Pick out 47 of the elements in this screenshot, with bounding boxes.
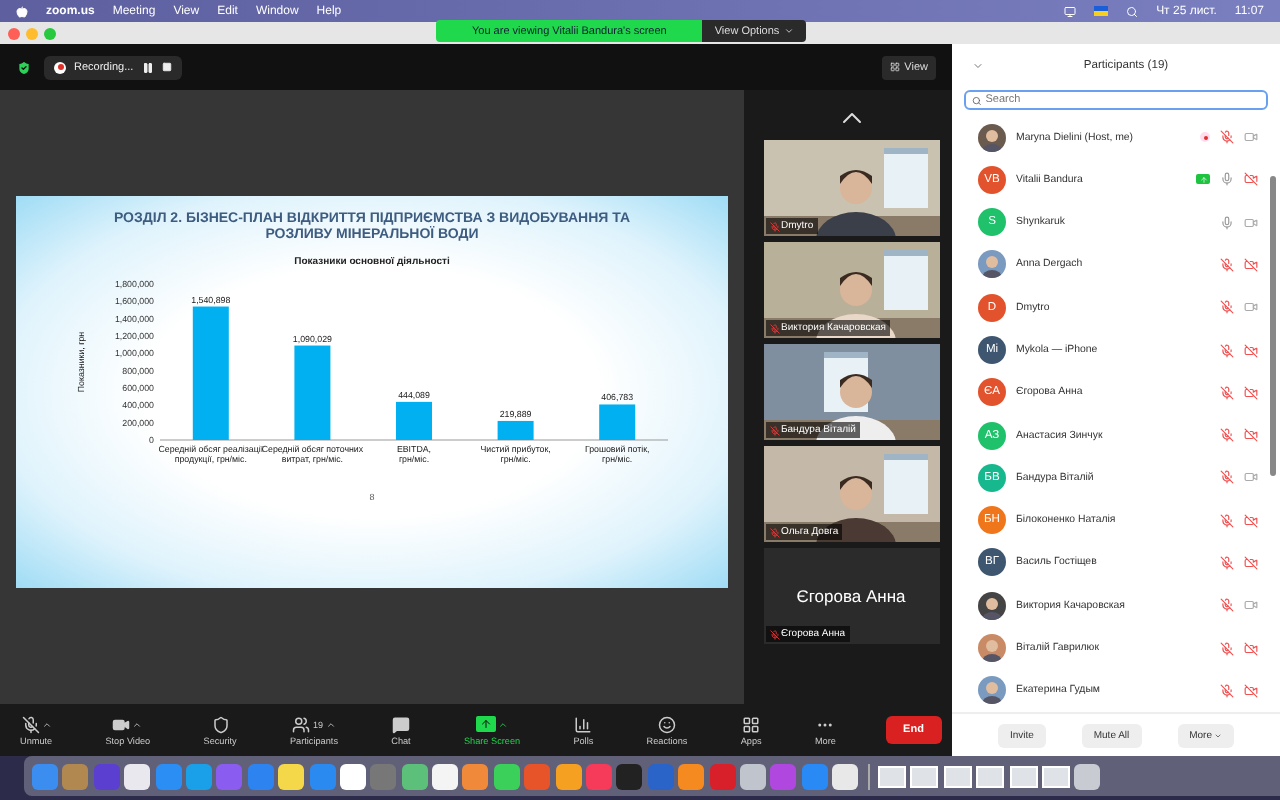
app-icon[interactable] [555, 763, 582, 789]
display-icon[interactable] [1064, 5, 1077, 17]
mic-off-icon[interactable] [21, 715, 40, 733]
app-icon[interactable] [432, 763, 459, 789]
search-icon[interactable] [1126, 5, 1139, 17]
app-icon[interactable] [124, 763, 151, 789]
bar [497, 420, 534, 440]
app-icon[interactable] [278, 763, 305, 789]
bar [294, 345, 331, 440]
flag-icon [1094, 6, 1109, 16]
window-thumbnail[interactable] [877, 765, 906, 787]
participant-display-name: Єгорова Анна [796, 586, 906, 606]
window-thumbnail[interactable] [1009, 765, 1037, 787]
recording-icon [54, 61, 66, 73]
pause-icon[interactable] [141, 61, 154, 73]
app-icon[interactable] [339, 763, 366, 789]
app-icon[interactable] [462, 763, 489, 789]
bar-chart-icon[interactable] [574, 715, 593, 733]
app-icon[interactable] [493, 763, 520, 789]
bar [192, 306, 229, 440]
close-button[interactable] [8, 27, 20, 39]
trash-icon[interactable] [1074, 763, 1101, 789]
app-icon[interactable] [678, 763, 705, 789]
shield-icon[interactable] [211, 715, 230, 733]
bar [396, 401, 432, 440]
window-thumbnail[interactable] [1041, 765, 1070, 787]
shield-icon [16, 59, 32, 75]
caret-icon[interactable] [498, 719, 509, 729]
smiley-icon[interactable] [658, 715, 676, 733]
app-icon[interactable] [401, 763, 428, 789]
share-screen-icon[interactable] [476, 716, 497, 732]
app-icon[interactable] [832, 763, 859, 789]
grid-icon[interactable] [742, 715, 761, 733]
search-icon [972, 95, 982, 105]
app-icon[interactable] [739, 763, 766, 789]
window-thumbnail[interactable] [943, 765, 972, 787]
bar [599, 404, 636, 440]
chat-bubble-icon[interactable] [391, 715, 410, 733]
scrollbar[interactable] [1270, 176, 1276, 476]
grid-icon[interactable] [890, 62, 901, 72]
window-thumbnail[interactable] [910, 765, 939, 787]
apple-icon[interactable] [16, 5, 28, 17]
stop-icon[interactable] [161, 62, 172, 72]
window-thumbnail[interactable] [976, 765, 1005, 787]
people-icon[interactable] [292, 715, 311, 733]
video-camera-icon[interactable] [112, 715, 131, 733]
app-icon[interactable] [616, 763, 643, 789]
